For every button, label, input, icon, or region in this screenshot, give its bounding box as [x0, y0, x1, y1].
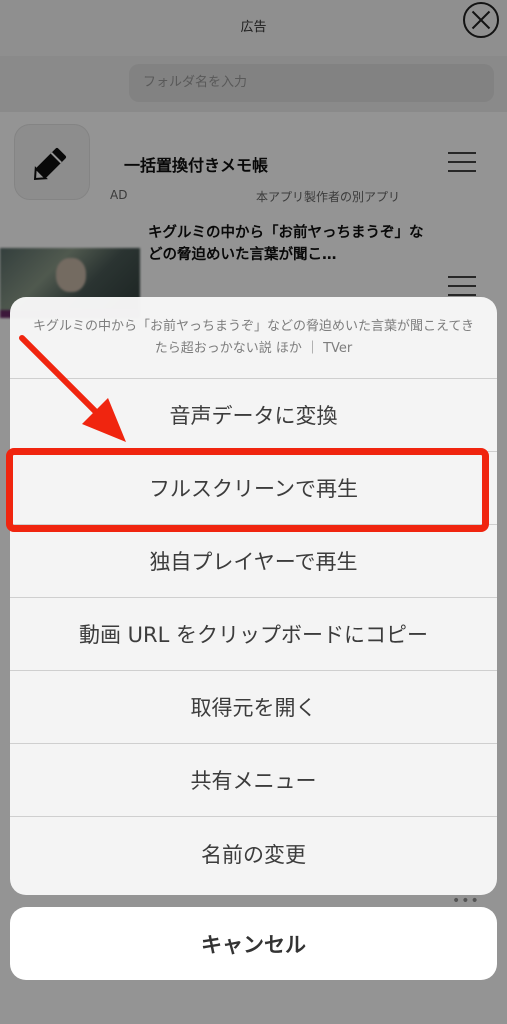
open-source-button[interactable]: 取得元を開く: [10, 671, 497, 744]
highlight-box: [6, 448, 489, 532]
action-sheet-header: キグルミの中から「お前ヤっちまうぞ」などの脅迫めいた言葉が聞こえてきたら超おっか…: [10, 297, 497, 379]
action-sheet: キグルミの中から「お前ヤっちまうぞ」などの脅迫めいた言葉が聞こえてきたら超おっか…: [10, 297, 497, 895]
share-menu-button[interactable]: 共有メニュー: [10, 744, 497, 817]
rename-button[interactable]: 名前の変更: [10, 817, 497, 890]
custom-player-button[interactable]: 独自プレイヤーで再生: [10, 525, 497, 598]
convert-audio-button[interactable]: 音声データに変換: [10, 379, 497, 452]
copy-url-button[interactable]: 動画 URL をクリップボードにコピー: [10, 598, 497, 671]
cancel-button[interactable]: キャンセル: [10, 907, 497, 980]
